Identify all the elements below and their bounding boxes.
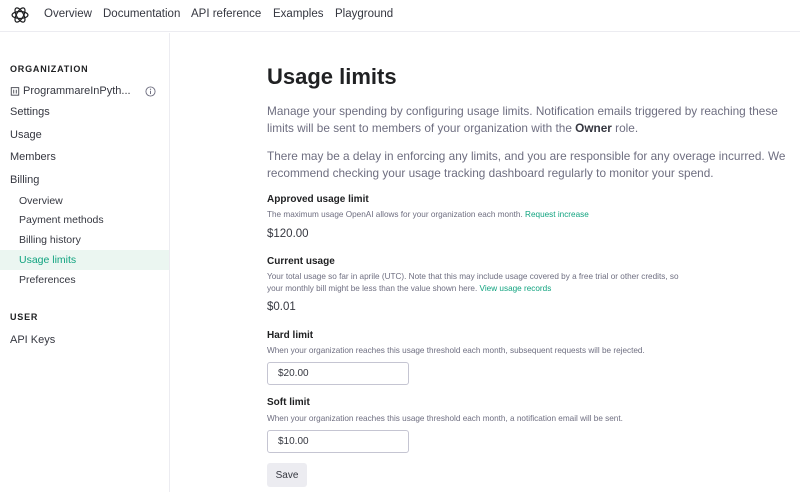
approved-limit-title: Approved usage limit [267,194,369,205]
current-usage-desc-text: Your total usage so far in aprile (UTC).… [267,272,679,293]
request-increase-link[interactable]: Request increase [525,210,589,219]
hard-limit-input[interactable] [267,362,409,385]
building-icon [10,87,20,96]
sidebar-item-billing[interactable]: Billing [0,170,169,190]
info-icon[interactable] [145,85,156,97]
org-name: ProgrammareInPyth... [23,85,131,97]
soft-limit-input[interactable] [267,430,409,453]
view-usage-records-link[interactable]: View usage records [480,284,552,293]
nav-documentation[interactable]: Documentation [103,8,180,20]
page-title: Usage limits [267,64,397,89]
intro-paragraph-2: There may be a delay in enforcing any li… [267,149,786,180]
openai-logo-icon[interactable] [10,5,30,25]
soft-limit-title: Soft limit [267,397,310,408]
sidebar-org-heading: ORGANIZATION [10,64,89,74]
sidebar-item-members[interactable]: Members [0,147,169,167]
save-button[interactable]: Save [267,463,307,487]
nav-overview[interactable]: Overview [44,8,92,20]
approved-limit-desc: The maximum usage OpenAI allows for your… [267,209,687,221]
sidebar-item-payment-methods[interactable]: Payment methods [0,210,169,230]
sidebar-item-usage-limits[interactable]: Usage limits [0,250,169,270]
nav-api-reference[interactable]: API reference [191,8,261,20]
org-selector[interactable]: ProgrammareInPyth... [10,83,156,99]
soft-limit-desc: When your organization reaches this usag… [267,414,623,423]
owner-role-text: Owner [575,121,612,135]
top-nav: Overview Documentation API reference Exa… [0,0,800,32]
sidebar-item-billing-overview[interactable]: Overview [0,191,169,211]
hard-limit-desc: When your organization reaches this usag… [267,346,645,355]
sidebar-item-billing-history[interactable]: Billing history [0,230,169,250]
current-usage-value: $0.01 [267,301,296,313]
approved-limit-value: $120.00 [267,228,309,240]
approved-limit-desc-text: The maximum usage OpenAI allows for your… [267,210,526,219]
sidebar-item-api-keys[interactable]: API Keys [0,330,169,350]
intro-text-end: role. [611,121,639,135]
nav-examples[interactable]: Examples [273,8,324,20]
current-usage-desc: Your total usage so far in aprile (UTC).… [267,271,687,295]
sidebar-item-usage[interactable]: Usage [0,125,169,145]
intro-paragraph-1: Manage your spending by configuring usag… [267,103,787,137]
nav-playground[interactable]: Playground [335,8,393,20]
sidebar-item-settings[interactable]: Settings [0,102,169,122]
sidebar: ORGANIZATION ProgrammareInPyth... Settin… [0,33,170,492]
sidebar-item-preferences[interactable]: Preferences [0,270,169,290]
current-usage-title: Current usage [267,256,335,267]
intro-text: Manage your spending by configuring usag… [267,104,778,135]
hard-limit-title: Hard limit [267,330,314,341]
sidebar-user-heading: USER [10,312,39,322]
